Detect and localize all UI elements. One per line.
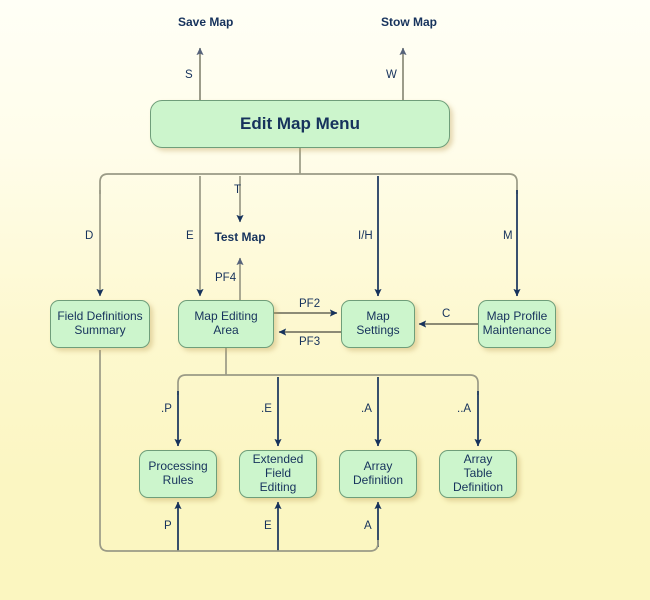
edge-label-d: D bbox=[85, 230, 94, 242]
node-processing-rules-line2: Rules bbox=[162, 473, 194, 487]
bar-return-bottom bbox=[99, 350, 379, 552]
terminal-save-map-line2: Map bbox=[209, 15, 234, 29]
node-processing-rules-text: Processing Rules bbox=[140, 459, 216, 488]
edge-label-m: M bbox=[503, 230, 513, 242]
node-map-settings-text: Map Settings bbox=[342, 309, 414, 338]
node-map-settings[interactable]: Map Settings bbox=[341, 300, 415, 348]
node-processing-rules-line1: Processing bbox=[148, 459, 208, 474]
node-map-editing-area-line2: Area bbox=[213, 323, 239, 337]
edge-label-pf2: PF2 bbox=[299, 298, 321, 310]
node-edit-map-menu-label: Edit Map Menu bbox=[240, 114, 360, 134]
terminal-test-map-line1: Test Map bbox=[214, 230, 266, 244]
node-field-definitions-summary-text: Field Definitions Summary bbox=[51, 309, 149, 338]
node-map-editing-area-text: Map Editing Area bbox=[179, 309, 273, 338]
edge-label-p: P bbox=[164, 520, 172, 532]
terminal-save-map: Save Map bbox=[178, 15, 233, 30]
edge-label-t: T bbox=[234, 184, 242, 196]
edge-label-c: C bbox=[442, 308, 451, 320]
node-map-profile-maintenance-line2: Maintenance bbox=[482, 323, 552, 337]
node-map-settings-line2: Settings bbox=[356, 323, 400, 337]
edge-label-s: S bbox=[185, 69, 193, 81]
node-map-settings-line1: Map bbox=[366, 309, 390, 324]
node-array-table-definition-text: Array Table Definition bbox=[440, 452, 516, 495]
node-extended-field-editing-line1: Extended bbox=[252, 452, 304, 467]
node-extended-field-editing[interactable]: Extended Field Editing bbox=[239, 450, 317, 498]
node-processing-rules[interactable]: Processing Rules bbox=[139, 450, 217, 498]
terminal-stow-map-line1: Stow bbox=[381, 15, 410, 29]
node-map-profile-maintenance[interactable]: Map Profile Maintenance bbox=[478, 300, 556, 348]
terminal-test-map: Test Map bbox=[203, 230, 277, 245]
bar-level-1 bbox=[99, 173, 518, 194]
bar-level-2 bbox=[177, 374, 479, 395]
node-map-profile-maintenance-line1: Map Profile bbox=[486, 309, 548, 324]
edge-label-e: E bbox=[186, 230, 194, 242]
node-array-definition-line1: Array bbox=[363, 459, 393, 474]
node-map-profile-maintenance-text: Map Profile Maintenance bbox=[479, 309, 555, 338]
node-extended-field-editing-text: Extended Field Editing bbox=[240, 452, 316, 495]
node-array-table-definition-line1: Array bbox=[463, 452, 493, 467]
node-field-definitions-summary-line2: Summary bbox=[74, 323, 126, 337]
node-field-definitions-summary[interactable]: Field Definitions Summary bbox=[50, 300, 150, 348]
edge-label-dot-p: .P bbox=[161, 403, 172, 415]
terminal-save-map-line1: Save bbox=[178, 15, 207, 29]
node-array-definition[interactable]: Array Definition bbox=[339, 450, 417, 498]
node-array-definition-text: Array Definition bbox=[340, 459, 416, 488]
edge-label-dotdot-a: ..A bbox=[457, 403, 472, 415]
node-array-definition-line2: Definition bbox=[352, 473, 404, 487]
edge-label-pf3: PF3 bbox=[299, 336, 321, 348]
node-field-definitions-summary-line1: Field Definitions bbox=[57, 309, 143, 324]
node-extended-field-editing-line2: Field bbox=[264, 466, 291, 481]
node-map-editing-area[interactable]: Map Editing Area bbox=[178, 300, 274, 348]
edge-label-dot-a: .A bbox=[361, 403, 372, 415]
node-array-table-definition-line3: Definition bbox=[452, 479, 504, 494]
node-array-table-definition-line2: Table bbox=[463, 466, 493, 481]
node-edit-map-menu[interactable]: Edit Map Menu bbox=[150, 100, 450, 148]
edge-label-dot-e: .E bbox=[261, 403, 272, 415]
terminal-stow-map: Stow Map bbox=[381, 15, 437, 30]
edge-label-pf4: PF4 bbox=[215, 272, 237, 284]
edge-label-a: A bbox=[364, 520, 372, 532]
edge-label-ih: I/H bbox=[358, 230, 373, 242]
edge-label-w: W bbox=[386, 69, 397, 81]
flow-diagram: Save Map Stow Map Test Map Edit Map Menu… bbox=[0, 0, 650, 600]
terminal-stow-map-line2: Map bbox=[413, 15, 438, 29]
node-extended-field-editing-line3: Editing bbox=[259, 479, 297, 494]
edge-label-e2: E bbox=[264, 520, 272, 532]
node-array-table-definition[interactable]: Array Table Definition bbox=[439, 450, 517, 498]
node-map-editing-area-line1: Map Editing bbox=[194, 309, 258, 324]
